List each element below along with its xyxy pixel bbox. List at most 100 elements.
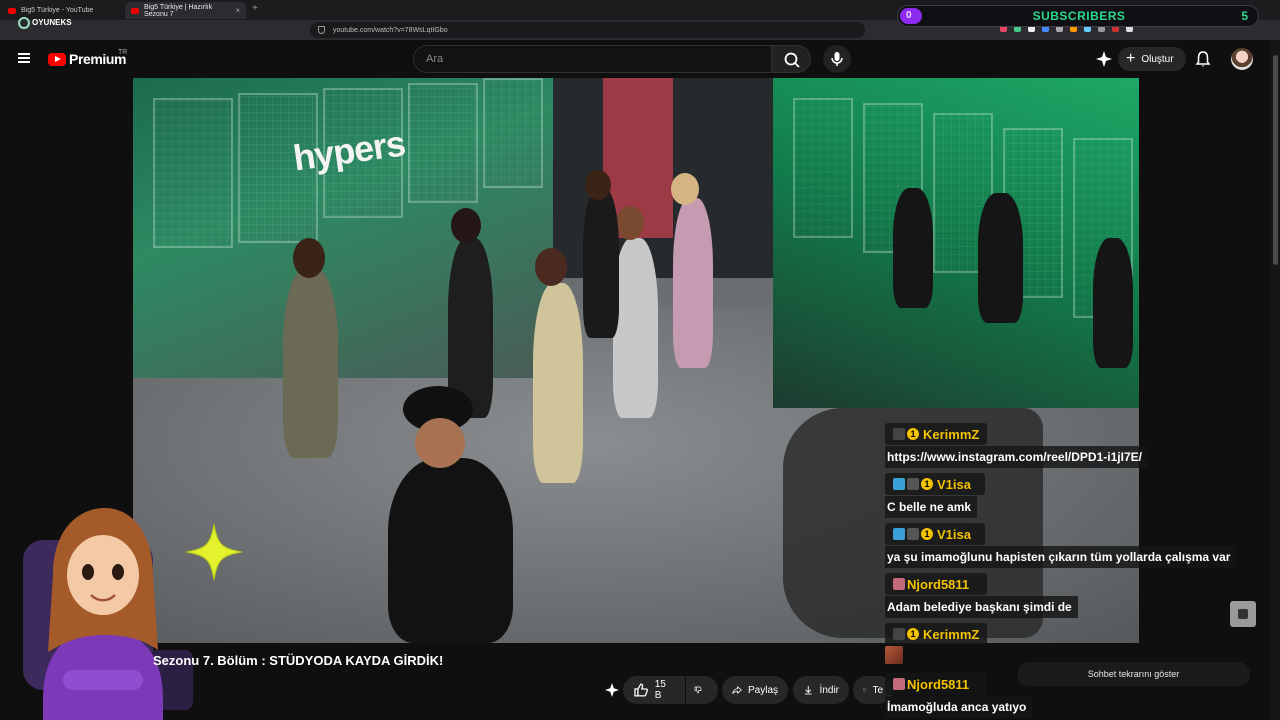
channel-logo: OYUNEKS — [18, 17, 72, 29]
video-title: Sezonu 7. Bölüm : STÜDYODA KAYDA GİRDİK! — [153, 653, 444, 668]
voice-search-button[interactable] — [823, 45, 851, 73]
thanks-label: Te — [872, 684, 883, 696]
logo-mark-icon — [18, 17, 30, 29]
coin-badge-icon: 1 — [907, 428, 919, 440]
chat-user-row: Njord5811 — [885, 573, 987, 595]
microphone-icon — [831, 52, 843, 66]
dancer — [583, 188, 619, 338]
chat-text: C belle ne amk — [885, 496, 978, 518]
chat-user-row: 1 V1isa — [885, 523, 985, 545]
search-input[interactable]: Ara — [413, 45, 771, 73]
user-badge-icon — [893, 528, 905, 540]
camera-operator — [893, 188, 933, 308]
camera-operator — [978, 193, 1023, 323]
chat-user-row: Njord5811 — [885, 673, 987, 695]
chat-text: İmamoğluda anca yatıyo — [885, 696, 1033, 718]
dancer-head — [585, 170, 611, 200]
dancer — [533, 283, 583, 483]
subscriber-goal: 5 — [1241, 9, 1248, 23]
dancer-head — [293, 238, 325, 278]
hamburger-menu-icon[interactable] — [18, 53, 30, 63]
chat-message: Njord5811 Adam belediye başkanı şimdi de — [885, 573, 1078, 618]
dancer — [673, 198, 713, 368]
user-badge-icon — [893, 428, 905, 440]
chat-text: Adam belediye başkanı şimdi de — [885, 596, 1078, 618]
share-button[interactable]: Paylaş — [722, 676, 788, 704]
user-badge-icon — [893, 678, 905, 690]
account-avatar[interactable] — [1231, 48, 1253, 70]
chat-username: Njord5811 — [907, 576, 970, 592]
coach — [388, 458, 513, 643]
dislike-button[interactable] — [686, 676, 718, 704]
chat-replay-label: Sohbet tekrarını göster — [1087, 669, 1180, 679]
youtube-favicon-icon — [131, 7, 139, 14]
plus-icon: + — [1126, 50, 1136, 67]
download-icon — [804, 686, 812, 695]
chat-username: Njord5811 — [907, 676, 970, 692]
site-info-icon[interactable] — [318, 26, 325, 34]
user-badge-icon — [893, 478, 905, 490]
dancer — [613, 238, 658, 418]
close-tab-icon[interactable]: × — [235, 6, 240, 15]
screen: Big5 Türkiye - YouTube Big5 Türkiye | Ha… — [0, 0, 1280, 720]
chat-username: V1isa — [937, 476, 971, 492]
youtube-logo-icon[interactable] — [48, 53, 66, 66]
chat-message: Njord5811 İmamoğluda anca yatıyo — [885, 673, 1033, 718]
chat-username: KerimmZ — [923, 426, 980, 442]
user-badge-icon — [907, 478, 919, 490]
coin-badge-icon: 1 — [921, 478, 933, 490]
thumbs-up-icon — [634, 683, 648, 697]
share-icon — [732, 686, 742, 694]
like-count: 15 B — [654, 679, 666, 701]
chat-text: https://www.instagram.com/reel/DPD1-i1jI… — [885, 446, 1148, 468]
sparkle-icon[interactable] — [1095, 50, 1113, 68]
camera-operator — [1093, 238, 1133, 368]
like-button[interactable]: 15 B — [623, 676, 685, 704]
thumbs-down-icon — [694, 686, 702, 694]
chat-message: 1 V1isa C belle ne amk — [885, 473, 985, 518]
tab-title: Big5 Türkiye | Hazırlık Sezonu 7 — [144, 3, 213, 18]
subscriber-goal-widget: 0 SUBSCRIBERS 5 — [897, 5, 1259, 27]
chat-user-row: 1 KerimmZ — [885, 423, 987, 445]
notifications-bell-icon[interactable] — [1194, 50, 1212, 68]
search-placeholder: Ara — [426, 53, 444, 65]
coach-face — [415, 418, 465, 468]
user-badge-icon — [907, 528, 919, 540]
miniplayer-icon[interactable] — [1230, 601, 1256, 627]
chat-user-row: 1 V1isa — [885, 473, 985, 495]
dancer — [283, 268, 338, 458]
download-button[interactable]: İndir — [793, 676, 849, 704]
browser-tab-active[interactable]: Big5 Türkiye | Hazırlık Sezonu 7 × — [125, 2, 246, 19]
chat-text: ya şu imamoğlunu hapisten çıkarın tüm yo… — [885, 546, 1237, 568]
streamer-avatar — [23, 508, 193, 720]
create-button[interactable]: + Oluştur — [1118, 47, 1186, 71]
dancer-head — [671, 173, 699, 205]
chat-message: 1 KerimmZ — [885, 623, 987, 664]
subscriber-title: SUBSCRIBERS — [1032, 9, 1126, 23]
show-chat-replay-button[interactable]: Sohbet tekrarını göster — [1017, 662, 1250, 686]
address-bar[interactable]: youtube.com/watch?v=78WsLqtIGbo — [310, 22, 865, 38]
chat-username: V1isa — [937, 526, 971, 542]
chat-user-row: 1 KerimmZ — [885, 623, 987, 645]
coin-badge-icon: 1 — [907, 628, 919, 640]
download-label: İndir — [819, 684, 839, 696]
tab-title: Big5 Türkiye - YouTube — [21, 7, 94, 14]
sparkle-action-icon[interactable] — [604, 682, 620, 698]
chat-message: 1 V1isa ya şu imamoğlunu hapisten çıkarı… — [885, 523, 1237, 568]
search-icon — [784, 52, 800, 68]
new-tab-icon[interactable]: + — [252, 3, 258, 14]
user-badge-icon — [893, 628, 905, 640]
search-button[interactable] — [771, 45, 811, 73]
scrollbar-thumb[interactable] — [1273, 55, 1278, 265]
coin-badge-icon: 1 — [921, 528, 933, 540]
chat-emote-image — [885, 646, 903, 664]
youtube-favicon-icon — [8, 7, 16, 14]
logo-text: OYUNEKS — [32, 18, 72, 27]
chat-message: 1 KerimmZ https://www.instagram.com/reel… — [885, 423, 1148, 468]
dancer-head — [535, 248, 567, 286]
country-code: TR — [118, 49, 128, 56]
share-label: Paylaş — [747, 684, 778, 696]
create-label: Oluştur — [1141, 53, 1174, 65]
url-text: youtube.com/watch?v=78WsLqtIGbo — [333, 26, 448, 34]
chat-username: KerimmZ — [923, 626, 980, 642]
